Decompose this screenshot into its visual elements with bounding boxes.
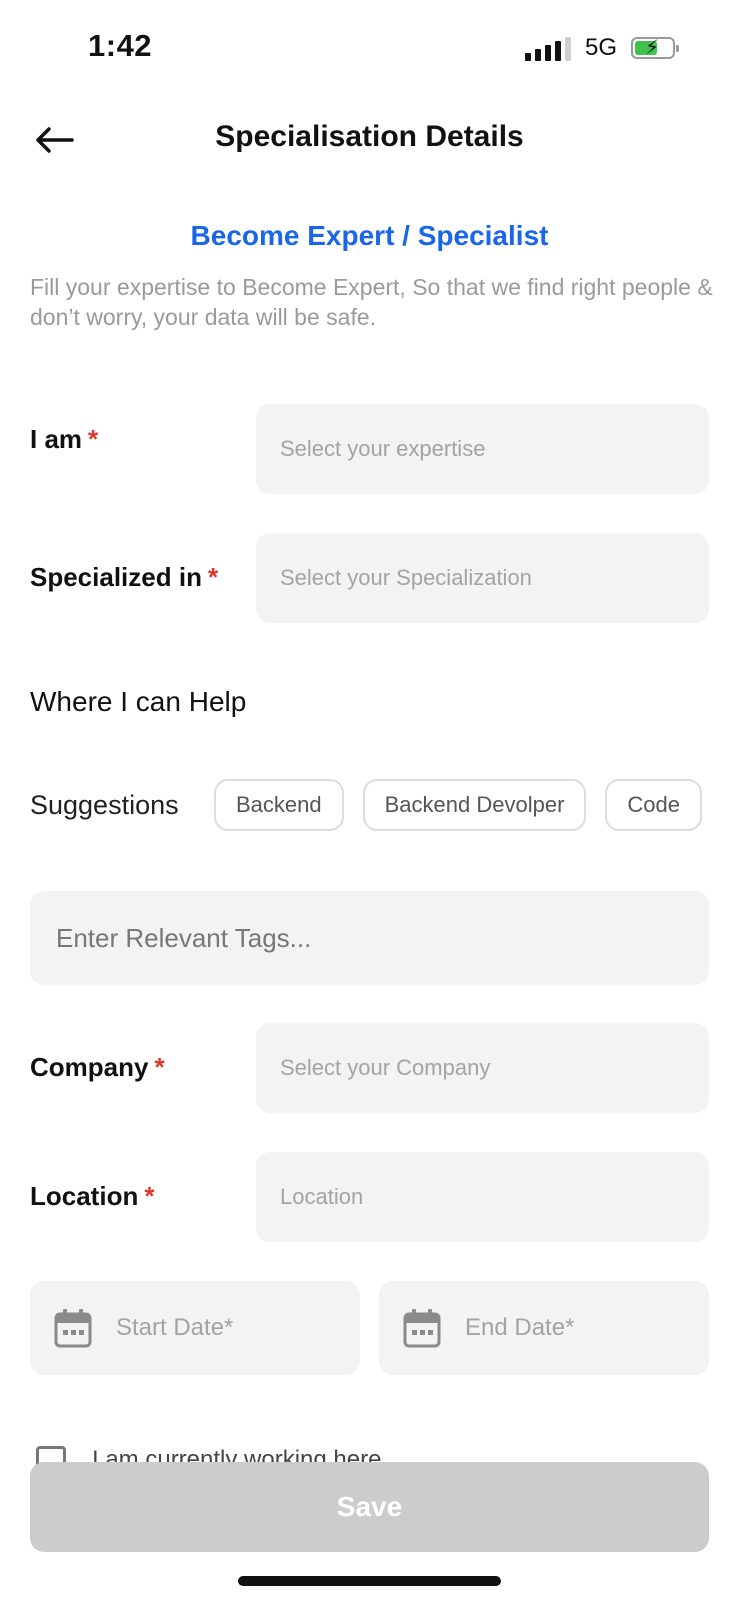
page-title: Specialisation Details [215,120,524,153]
suggestion-chip[interactable]: Backend [214,779,344,831]
required-marker: * [144,1181,155,1211]
specialization-select[interactable]: Select your Specialization [256,533,709,623]
location-label: Location * [30,1181,155,1211]
network-label: 5G [584,34,617,61]
company-label: Company * [30,1052,165,1082]
start-date-field[interactable]: Start Date* [30,1281,360,1375]
tags-input[interactable]: Enter Relevant Tags... [30,891,709,985]
home-indicator [238,1576,501,1586]
end-date-field[interactable]: End Date* [379,1281,709,1375]
battery-charging-icon: ⚡ [631,37,679,59]
intro-description: Fill your expertise to Become Expert, So… [30,274,713,330]
i-am-label: I am * [30,424,99,454]
location-input[interactable]: Location [256,1152,709,1242]
required-marker: * [154,1052,165,1082]
status-time: 1:42 [88,28,153,63]
save-button[interactable]: Save [30,1462,709,1552]
suggestion-chips: Backend Backend Devolper Code [214,779,709,835]
suggestions-label: Suggestions [30,790,179,820]
calendar-icon [54,1309,92,1348]
specialized-label: Specialized in * [30,562,219,592]
status-indicators: 5G ⚡ [524,34,679,62]
signal-icon [524,35,571,61]
suggestion-chip[interactable]: Code [605,779,702,831]
company-select[interactable]: Select your Company [256,1023,709,1113]
required-marker: * [88,424,99,454]
required-marker: * [207,562,219,592]
calendar-icon [403,1309,441,1348]
help-section-title: Where I can Help [30,686,247,717]
section-subtitle: Become Expert / Specialist [190,220,549,251]
expertise-select[interactable]: Select your expertise [256,404,709,494]
suggestion-chip[interactable]: Backend Devolper [362,779,587,831]
